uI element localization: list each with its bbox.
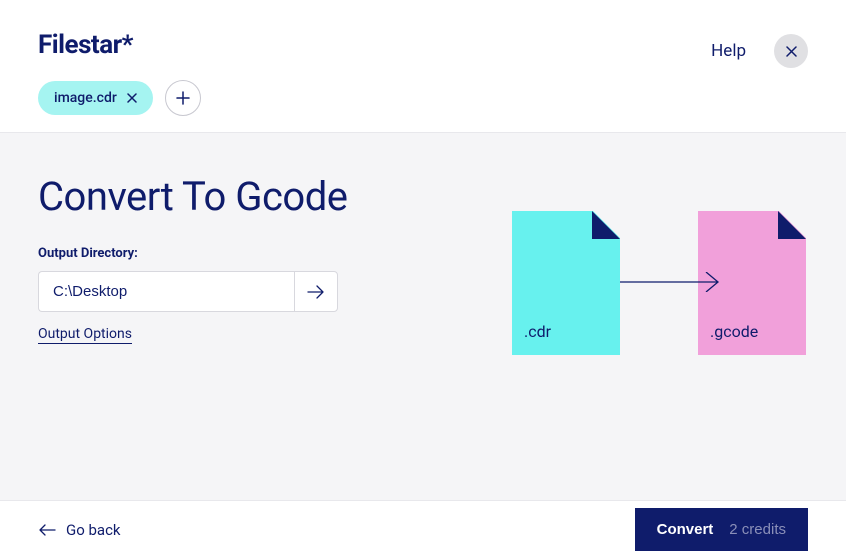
arrow-right-icon <box>307 285 325 299</box>
close-icon <box>786 46 797 57</box>
output-options-link[interactable]: Output Options <box>38 326 132 344</box>
output-dir-label: Output Directory: <box>38 246 338 261</box>
add-file-button[interactable] <box>165 80 201 116</box>
arrow-left-icon <box>38 524 56 536</box>
file-chip-row: image.cdr <box>38 80 201 116</box>
go-back-label: Go back <box>66 521 121 539</box>
file-chip[interactable]: image.cdr <box>38 81 153 115</box>
go-back-button[interactable]: Go back <box>38 521 121 539</box>
close-button[interactable] <box>774 34 808 68</box>
file-chip-label: image.cdr <box>54 90 117 106</box>
browse-button[interactable] <box>294 271 338 312</box>
main-content: Convert To Gcode Output Directory: Outpu… <box>0 132 846 515</box>
output-form: Output Directory: Output Options <box>38 246 338 344</box>
help-link[interactable]: Help <box>711 41 746 61</box>
header-right: Help <box>711 34 808 68</box>
file-corner-cut <box>778 210 807 239</box>
file-corner-cut <box>592 210 621 239</box>
convert-button[interactable]: Convert 2 credits <box>635 508 808 551</box>
app-logo: Filestar* <box>38 30 201 60</box>
conversion-diagram: .cdr .gcode <box>512 211 806 355</box>
header: Filestar* image.cdr Help <box>0 0 846 132</box>
header-left: Filestar* image.cdr <box>38 30 201 116</box>
source-ext-label: .cdr <box>524 322 551 341</box>
conversion-arrow <box>618 282 700 284</box>
output-dir-input[interactable] <box>38 271 294 312</box>
source-file-icon: .cdr <box>512 211 620 355</box>
plus-icon <box>176 91 190 105</box>
remove-file-icon[interactable] <box>127 93 137 103</box>
convert-label: Convert <box>657 521 714 538</box>
output-dir-group <box>38 271 338 312</box>
target-ext-label: .gcode <box>710 322 758 341</box>
footer: Go back Convert 2 credits <box>0 500 846 558</box>
credits-label: 2 credits <box>729 521 786 538</box>
